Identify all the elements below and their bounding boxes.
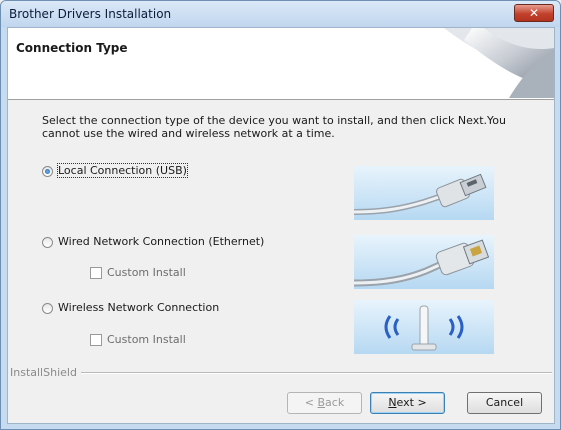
cancel-button[interactable]: Cancel [467,392,542,414]
title-bar[interactable]: Brother Drivers Installation ✕ [1,1,560,27]
installshield-brand: InstallShield [10,366,81,379]
usb-connection-radio[interactable] [42,166,53,177]
page-title: Connection Type [16,41,128,55]
wired-network-label[interactable]: Wired Network Connection (Ethernet) [58,235,264,248]
usb-cable-image [354,166,494,220]
usb-connection-label[interactable]: Local Connection (USB) [57,163,188,178]
wireless-network-label[interactable]: Wireless Network Connection [58,301,219,314]
footer-divider [68,372,552,374]
next-label-rest: ext > [396,396,427,409]
instruction-text: Select the connection type of the device… [42,114,506,140]
back-label-accel: B [317,396,326,409]
dialog-body: Connection Type Select the connection ty… [7,27,555,424]
wired-network-radio[interactable] [42,237,53,248]
header-swoosh-graphic [444,28,554,98]
back-label-prefix: < [304,396,318,409]
next-label-accel: N [388,396,397,409]
next-button[interactable]: Next > [370,392,445,414]
cancel-label: Cancel [485,396,524,409]
wired-custom-install-checkbox [90,267,102,279]
back-label-rest: ack [325,396,345,409]
header-panel: Connection Type [8,28,554,100]
close-icon: ✕ [528,6,540,20]
wireless-signal-icon [384,305,464,351]
usb-cable-icon [354,173,487,215]
window-title: Brother Drivers Installation [9,7,172,21]
ethernet-cable-icon [354,239,490,287]
wireless-signal-image [354,300,494,354]
wireless-custom-install-checkbox [90,334,102,346]
wired-custom-install-label: Custom Install [107,266,186,279]
close-button[interactable]: ✕ [514,4,554,22]
wireless-network-radio[interactable] [42,303,53,314]
back-button[interactable]: < Back [287,392,362,414]
installer-window: Brother Drivers Installation ✕ Connectio… [0,0,561,430]
ethernet-cable-image [354,235,494,289]
wireless-custom-install-label: Custom Install [107,333,186,346]
